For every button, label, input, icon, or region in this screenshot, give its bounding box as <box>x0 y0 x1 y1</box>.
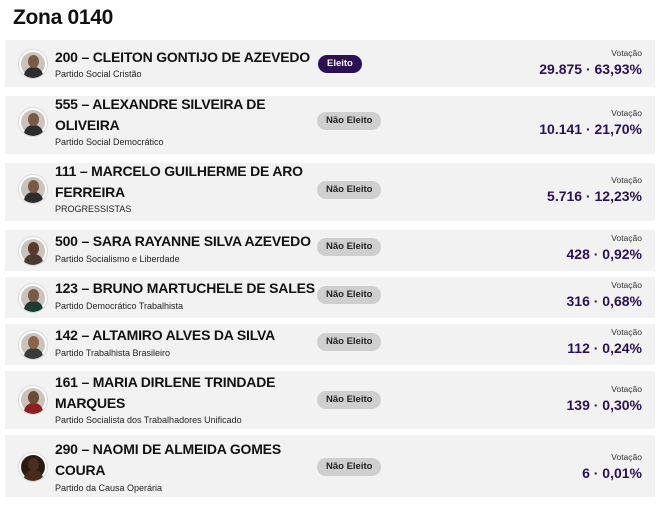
status-badge: Não Eleito <box>317 458 382 476</box>
candidate-avatar <box>18 107 48 137</box>
candidate-row[interactable]: 161 – MARIA DIRLENE TRINDADE MARQUES Par… <box>5 371 655 429</box>
candidate-party: Partido Social Cristão <box>55 69 142 79</box>
votes-value: 316 · 0,68% <box>566 293 643 309</box>
candidate-avatar <box>18 283 48 313</box>
candidate-name: 111 – MARCELO GUILHERME DE ARO FERREIRA <box>55 163 303 200</box>
candidate-avatar <box>18 49 48 79</box>
votes-label: Votação <box>611 48 642 58</box>
votes-value: 6 · 0,01% <box>582 465 642 481</box>
candidate-avatar <box>18 330 48 360</box>
votes-label: Votação <box>611 280 642 290</box>
votes-value: 5.716 · 12,23% <box>547 188 642 204</box>
votes-label: Votação <box>611 452 642 462</box>
candidate-avatar <box>18 385 48 415</box>
candidate-party: Partido Social Democrático <box>55 137 164 147</box>
candidate-row[interactable]: 111 – MARCELO GUILHERME DE ARO FERREIRA … <box>5 163 655 221</box>
votes-label: Votação <box>611 384 642 394</box>
zone-title: Zona 0140 <box>13 6 114 29</box>
votes-value: 29.875 · 63,93% <box>539 61 642 77</box>
candidate-party: Partido Socialista dos Trabalhadores Uni… <box>55 415 242 425</box>
votes-value: 139 · 0,30% <box>566 397 643 413</box>
candidate-row[interactable]: 290 – NAOMI DE ALMEIDA GOMES COURA Parti… <box>5 435 655 497</box>
status-badge: Não Eleito <box>317 333 382 351</box>
candidate-avatar <box>18 236 48 266</box>
candidate-name: 200 – CLEITON GONTIJO DE AZEVEDO <box>55 49 310 65</box>
candidate-party: Partido Democrático Trabalhista <box>55 301 184 311</box>
votes-label: Votação <box>611 327 642 337</box>
votes-value: 428 · 0,92% <box>566 246 643 262</box>
status-badge: Não Eleito <box>317 238 382 256</box>
status-badge: Não Eleito <box>317 286 382 304</box>
candidate-name: 500 – SARA RAYANNE SILVA AZEVEDO <box>55 233 311 249</box>
status-badge: Não Eleito <box>317 181 382 199</box>
candidate-row[interactable]: 200 – CLEITON GONTIJO DE AZEVEDO Partido… <box>5 40 655 87</box>
candidate-name: 123 – BRUNO MARTUCHELE DE SALES <box>55 280 315 296</box>
status-badge: Não Eleito <box>317 391 382 409</box>
candidate-row[interactable]: 123 – BRUNO MARTUCHELE DE SALES Partido … <box>5 277 655 318</box>
status-badge: Eleito <box>318 55 362 73</box>
candidate-party: PROGRESSISTAS <box>55 204 132 214</box>
votes-label: Votação <box>611 175 642 185</box>
status-badge: Não Eleito <box>317 112 382 130</box>
candidate-party: Partido Trabalhista Brasileiro <box>55 348 171 358</box>
candidate-name: 290 – NAOMI DE ALMEIDA GOMES COURA <box>55 441 281 478</box>
votes-label: Votação <box>611 108 642 118</box>
candidate-name: 161 – MARIA DIRLENE TRINDADE MARQUES <box>55 374 276 411</box>
votes-value: 112 · 0,24% <box>567 340 642 356</box>
votes-value: 10.141 · 21,70% <box>539 121 642 137</box>
votes-label: Votação <box>611 233 642 243</box>
candidate-row[interactable]: 500 – SARA RAYANNE SILVA AZEVEDO Partido… <box>5 230 655 271</box>
candidate-avatar <box>18 452 48 482</box>
candidate-name: 142 – ALTAMIRO ALVES DA SILVA <box>55 327 276 343</box>
candidate-party: Partido da Causa Operária <box>55 483 163 493</box>
candidate-avatar <box>18 174 48 204</box>
candidate-row[interactable]: 142 – ALTAMIRO ALVES DA SILVA Partido Tr… <box>5 324 655 365</box>
candidate-party: Partido Socialismo e Liberdade <box>55 254 180 264</box>
candidate-name: 555 – ALEXANDRE SILVEIRA DE OLIVEIRA <box>55 96 266 133</box>
candidate-row[interactable]: 555 – ALEXANDRE SILVEIRA DE OLIVEIRA Par… <box>5 96 655 154</box>
